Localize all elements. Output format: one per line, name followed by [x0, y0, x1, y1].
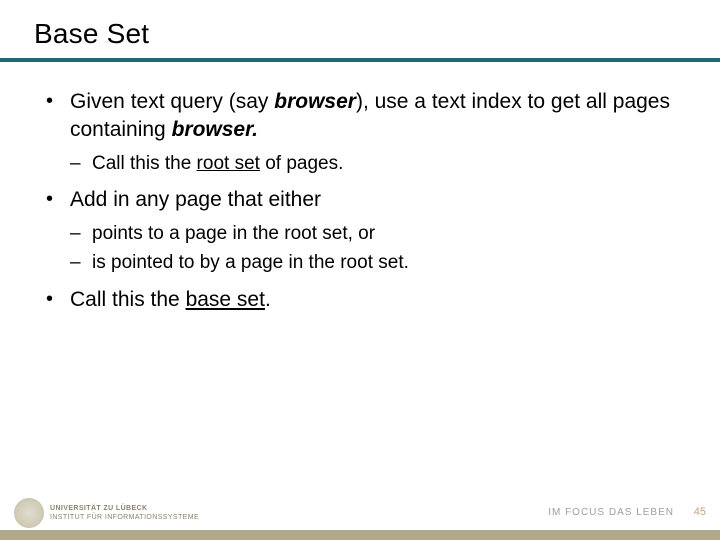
bullet-1: Given text query (say browser), use a te…: [44, 88, 676, 176]
text: Call this the: [92, 153, 197, 174]
text-bold: browser.: [172, 118, 258, 141]
text-underline: base set: [186, 288, 265, 311]
footer-bar: [0, 530, 720, 540]
text: INSTITUT FÜR INFORMATIONSSYSTEME: [50, 514, 199, 522]
text: points to a page in the root set, or: [92, 223, 375, 244]
footer: UNIVERSITÄT ZU LÜBECK INSTITUT FÜR INFOR…: [0, 492, 720, 540]
footer-motto: IM FOCUS DAS LEBEN: [548, 507, 674, 518]
sub-list: points to a page in the root set, or is …: [70, 221, 676, 276]
text: Call this the: [70, 288, 186, 311]
text: UNIVERSITÄT ZU LÜBECK: [50, 505, 199, 513]
text: of pages.: [260, 153, 343, 174]
university-seal-icon: [14, 498, 44, 528]
slide-title: Base Set: [34, 18, 720, 50]
text-underline: root set: [197, 153, 260, 174]
university-name: UNIVERSITÄT ZU LÜBECK INSTITUT FÜR INFOR…: [50, 505, 199, 522]
text: Add in any page that either: [70, 188, 321, 211]
text: is pointed to by a page in the root set.: [92, 252, 409, 273]
bullet-2-sub-2: is pointed to by a page in the root set.: [70, 250, 676, 276]
page-number: 45: [694, 506, 706, 518]
title-block: Base Set: [0, 0, 720, 58]
bullet-list: Given text query (say browser), use a te…: [44, 88, 676, 314]
text-bold: browser: [274, 90, 356, 113]
bullet-3: Call this the base set.: [44, 286, 676, 314]
slide: Base Set Given text query (say browser),…: [0, 0, 720, 540]
content-area: Given text query (say browser), use a te…: [0, 62, 720, 314]
bullet-1-sub-1: Call this the root set of pages.: [70, 151, 676, 177]
sub-list: Call this the root set of pages.: [70, 151, 676, 177]
bullet-2-sub-1: points to a page in the root set, or: [70, 221, 676, 247]
text: .: [265, 288, 271, 311]
bullet-2: Add in any page that either points to a …: [44, 186, 676, 276]
text: Given text query (say: [70, 90, 274, 113]
